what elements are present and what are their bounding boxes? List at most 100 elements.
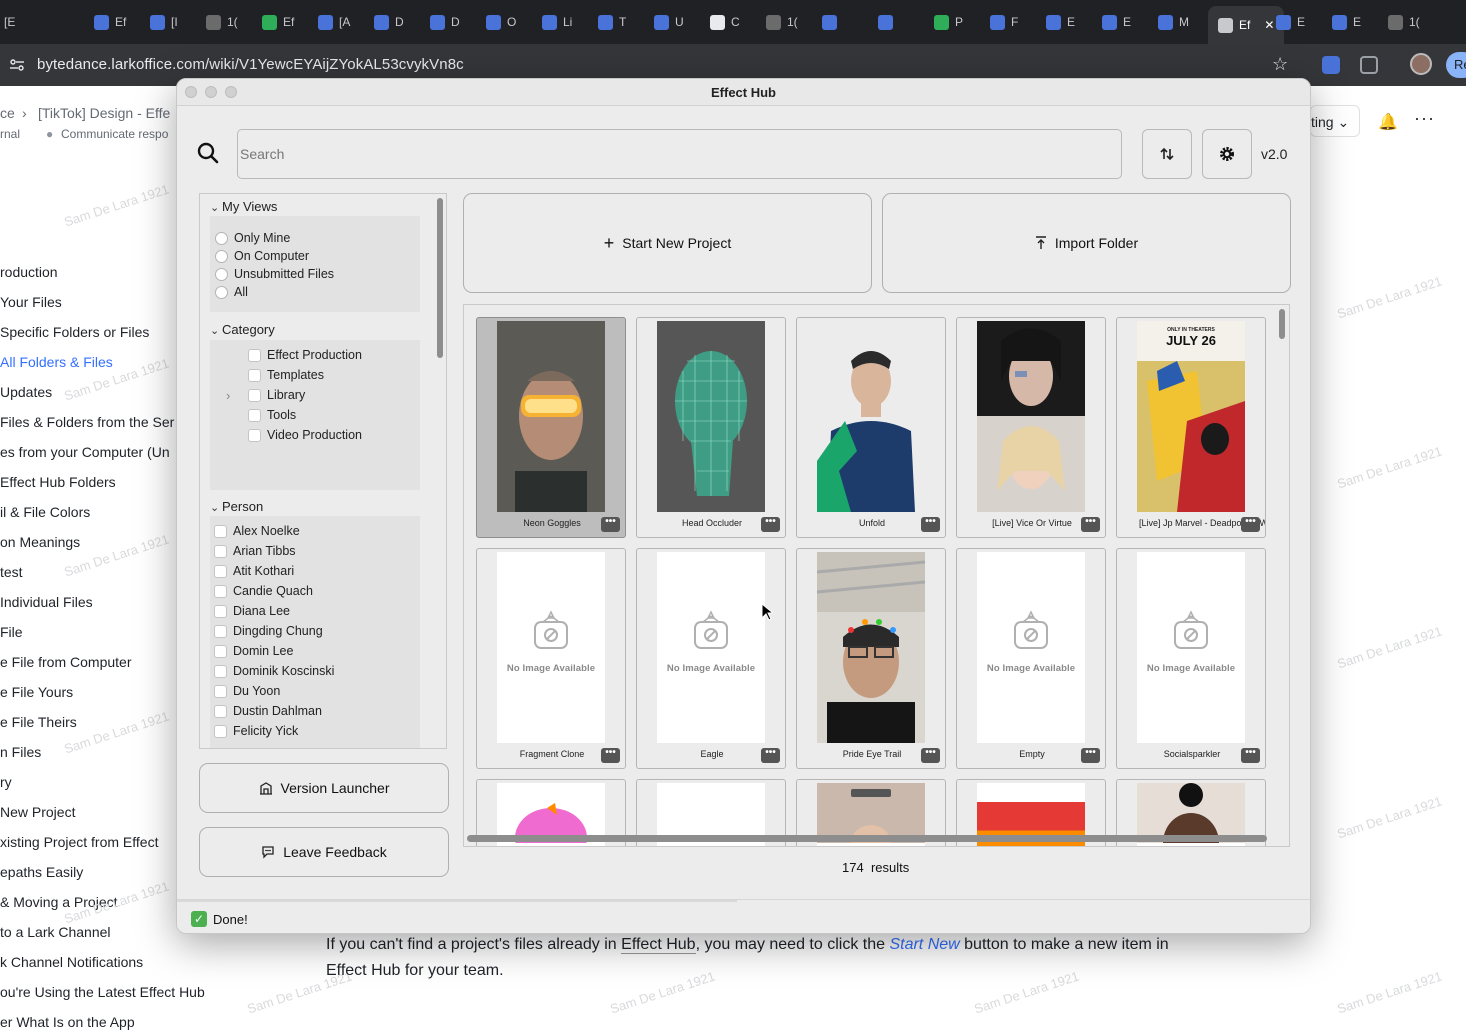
checkbox[interactable] [214,664,227,678]
browser-tab[interactable]: [A [318,8,350,36]
toc-item[interactable]: Individual Files [0,594,93,610]
category-option[interactable]: Video Production [248,428,362,442]
browser-tab[interactable]: D [374,8,404,36]
card-more-button[interactable]: ••• [761,517,780,532]
person-option[interactable]: Arian Tibbs [214,544,296,558]
project-card[interactable]: No Image Available Socialsparkler ••• [1116,548,1266,769]
sidebar-scrollbar[interactable] [437,198,443,358]
card-more-button[interactable]: ••• [1081,517,1100,532]
category-option[interactable]: Templates [248,368,324,382]
toc-item[interactable]: k Channel Notifications [0,954,143,970]
browser-tab[interactable]: U [654,8,684,36]
toc-item[interactable]: File [0,624,23,640]
breadcrumb-doc[interactable]: [TikTok] Design - Effe [38,105,170,121]
person-option[interactable]: Du Yoon [214,684,280,698]
browser-tab[interactable]: Li [542,8,572,36]
person-option[interactable]: Dominik Koscinski [214,664,334,678]
project-card[interactable]: ONLY IN THEATERS JULY 26 [Live] Jp Marvel … [1116,317,1266,538]
browser-tab[interactable]: Ef [94,8,126,36]
card-more-button[interactable]: ••• [921,748,940,763]
card-more-button[interactable]: ••• [601,517,620,532]
person-option[interactable]: Atit Kothari [214,564,294,578]
checkbox[interactable] [214,604,227,618]
project-card[interactable]: [Live] Vice Or Virtue ••• [956,317,1106,538]
start-new-project-button[interactable]: + Start New Project [463,193,872,293]
window-titlebar[interactable]: Effect Hub [177,79,1310,106]
version-launcher-button[interactable]: Version Launcher [199,763,449,813]
translate-extension-icon[interactable] [1322,56,1340,74]
my-view-option[interactable]: Unsubmitted Files [215,267,334,281]
person-option[interactable]: Domin Lee [214,644,293,658]
grid-horizontal-scrollbar[interactable] [467,835,1267,842]
category-option[interactable]: › Library [226,388,305,403]
checkbox[interactable] [214,644,227,658]
card-more-button[interactable]: ••• [1241,748,1260,763]
my-view-option[interactable]: Only Mine [215,231,290,245]
card-more-button[interactable]: ••• [761,748,780,763]
checkbox[interactable] [248,428,261,442]
toc-item[interactable]: All Folders & Files [0,354,113,370]
extensions-icon[interactable] [1360,56,1378,74]
checkbox[interactable] [214,704,227,718]
toc-item[interactable]: on Meanings [0,534,80,550]
browser-tab[interactable]: C [710,8,740,36]
browser-tab[interactable]: P [934,8,963,36]
chevron-right-icon[interactable]: › [226,388,230,403]
toc-item[interactable]: n Files [0,744,41,760]
browser-tab[interactable] [822,8,843,36]
toc-item[interactable]: test [0,564,23,580]
project-card[interactable]: No Image Available Fragment Clone ••• [476,548,626,769]
project-card[interactable]: No Image Available Empty ••• [956,548,1106,769]
person-header[interactable]: ⌄ Person [210,499,263,514]
browser-tab[interactable]: T [598,8,626,36]
checkbox[interactable] [248,368,261,382]
my-view-option[interactable]: All [215,285,248,299]
person-option[interactable]: Candie Quach [214,584,313,598]
toc-item[interactable]: roduction [0,264,58,280]
browser-tab[interactable]: E [1046,8,1075,36]
toc-item[interactable]: New Project [0,804,75,820]
category-option[interactable]: Tools [248,408,296,422]
browser-tab[interactable]: 1( [1388,8,1420,36]
browser-tab[interactable] [878,8,899,36]
card-more-button[interactable]: ••• [1081,748,1100,763]
project-card[interactable]: Unfold ••• [796,317,946,538]
browser-tab[interactable]: O [486,8,516,36]
grid-vertical-scrollbar[interactable] [1279,309,1285,339]
radio-button[interactable] [215,267,228,281]
radio-button[interactable] [215,231,228,245]
toc-item[interactable]: es from your Computer (Un [0,444,170,460]
breadcrumb-root[interactable]: ce [0,105,15,121]
my-view-option[interactable]: On Computer [215,249,309,263]
checkbox[interactable] [248,388,261,402]
sync-button[interactable] [1142,129,1192,179]
project-card[interactable]: No Image Available Eagle ••• [636,548,786,769]
browser-tab[interactable]: E [1102,8,1131,36]
toc-item[interactable]: Files & Folders from the Ser [0,414,174,430]
project-card[interactable]: Neon Goggles ••• [476,317,626,538]
toc-item[interactable]: il & File Colors [0,504,90,520]
card-more-button[interactable]: ••• [1241,517,1260,532]
radio-button[interactable] [215,249,228,263]
checkbox[interactable] [248,348,261,362]
card-more-button[interactable]: ••• [921,517,940,532]
project-card[interactable]: Head Occluder ••• [636,317,786,538]
person-option[interactable]: Alex Noelke [214,524,300,538]
toc-item[interactable]: e File Theirs [0,714,77,730]
toc-item[interactable]: e File from Computer [0,654,131,670]
bookmark-star-icon[interactable]: ☆ [1272,54,1288,75]
relaunch-button[interactable]: Re [1446,52,1466,78]
browser-tab[interactable]: 1( [206,8,238,36]
browser-tab[interactable]: E [1332,8,1361,36]
toc-item[interactable]: er What Is on the App [0,1014,135,1030]
project-card[interactable]: Pride Eye Trail ••• [796,548,946,769]
checkbox[interactable] [214,584,227,598]
radio-button[interactable] [215,285,228,299]
browser-tab[interactable]: M [1158,8,1189,36]
search-input[interactable] [237,129,1122,179]
person-option[interactable]: Diana Lee [214,604,290,618]
person-option[interactable]: Felicity Yick [214,724,298,738]
doc-mode-dropdown[interactable]: ting ⌄ [1310,105,1360,137]
toc-item[interactable]: epaths Easily [0,864,83,880]
toc-item[interactable]: xisting Project from Effect [0,834,158,850]
